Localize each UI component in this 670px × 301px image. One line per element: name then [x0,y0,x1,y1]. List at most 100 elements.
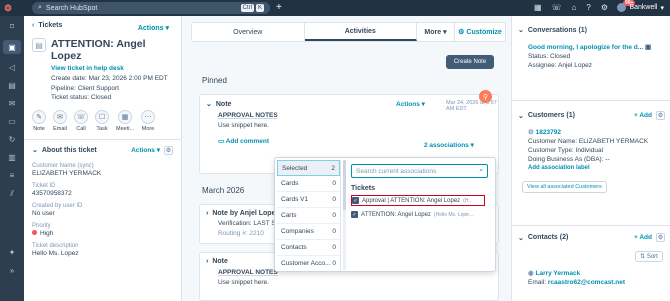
view-in-help-desk-link[interactable]: View ticket in help desk [51,65,173,72]
customers-header[interactable]: ⌄ Customers (1) + Add ⚙ [512,111,670,120]
contact-link[interactable]: ◉ Larry Yermack [528,269,663,278]
pin-icon[interactable]: ⚲ [479,90,492,103]
chevron-down-icon[interactable]: ⌄ [206,100,212,108]
note-title: Note by Anjel Lopez [212,210,279,217]
more-label: More [141,125,155,132]
reports-icon[interactable]: ▥ [8,153,16,162]
crm-icon[interactable]: ▣ [3,40,21,54]
association-ticket-approval[interactable]: ✓ Approval | ATTENTION: Angel Lopez (H..… [351,195,485,206]
commerce-icon[interactable]: ▭ [8,117,16,126]
field-created-by[interactable]: Created by user ID No user [32,203,173,217]
settings-icon[interactable]: ⚙ [601,3,608,12]
global-search[interactable]: ⌕ Search HubSpot Ctrl K [32,2,270,14]
field-priority[interactable]: Priority High [32,223,173,237]
top-utility-icons: ▦ ☏ ⌂ ? ⚙ ♪99+ [534,0,636,12]
note-body-text[interactable]: Use snippet here. [218,279,498,286]
chevron-right-icon[interactable]: › [206,210,208,217]
association-search-input[interactable]: Search current associations ⌕ [351,164,488,178]
ticket-subtext: (Hello Ms. Lope... [433,211,474,218]
create-note-button[interactable]: Create Note [446,55,494,69]
automation-icon[interactable]: ↻ [9,135,16,144]
email-action[interactable]: ✉ Email [53,109,67,132]
add-association-label-link[interactable]: Add association label [528,164,663,173]
library-icon[interactable]: ⫽ [10,189,14,199]
left-nav-rail: ⌑ ▣ ◁ ▤ ✉ ▭ ↻ ▥ ≡ ⫽ ✦ » [0,16,24,301]
checkbox-checked-icon[interactable]: ✓ [352,197,359,204]
expand-icon[interactable]: » [10,266,14,275]
database-icon[interactable]: ≡ [10,171,15,180]
tab-customize[interactable]: ⚙ Customize [455,23,505,41]
note-body-text[interactable]: Use snippet here. [218,122,498,129]
ticket-meta: Create date: Mar 23, 2026 2:00 PM EDT Pi… [51,74,173,103]
task-action[interactable]: ☐ Task [95,109,109,132]
field-ticket-id[interactable]: Ticket ID 43570958372 [32,183,173,197]
marketplace-icon[interactable]: ⌂ [572,3,577,12]
inbox-icon[interactable]: ✉ [9,99,16,108]
field-customer-name[interactable]: Customer Name (sync) ELIZABETH YERMACK [32,163,173,177]
add-customer-button[interactable]: + Add [634,112,652,119]
category-count: 0 [332,196,336,203]
customize-label: Customize [466,28,502,36]
avatar [617,3,627,12]
document-icon[interactable]: ▤ [8,81,16,90]
gear-icon[interactable]: ⚙ [164,145,173,155]
bookmark-icon[interactable]: ⌑ [10,22,14,31]
hubspot-logo-icon[interactable]: ⚙ [0,0,16,16]
category-name: Cards V1 [281,196,309,203]
help-icon[interactable]: ? [586,3,590,12]
category-carts[interactable]: Carts 0 [277,208,340,224]
field-description[interactable]: Ticket description Hello Ms. Lopez [32,243,173,257]
contacts-header[interactable]: ⌄ Contacts (2) + Add ⚙ [512,233,670,242]
conversation-preview: Good morning, I apologize for the d... [528,44,644,51]
category-cards-v1[interactable]: Cards V1 0 [277,192,340,208]
sparkle-icon[interactable]: ✦ [9,248,16,257]
tab-more[interactable]: More ▾ [417,23,455,41]
conversations-header[interactable]: ⌄ Conversations (1) [512,26,670,35]
add-comment-label: Add comment [225,138,270,145]
category-customer-accounts[interactable]: Customer Acco... 0 [277,256,340,271]
gear-icon[interactable]: ⚙ [656,233,665,242]
association-ticket-attention[interactable]: ✓ ATTENTION: Angel Lopez (Hello Ms. Lope… [351,209,485,220]
about-actions-button[interactable]: Actions ▾ [131,146,160,154]
sort-label: Sort [646,253,658,260]
calendar-icon: ▦ [118,109,133,124]
phone-icon[interactable]: ☏ [552,3,562,12]
sort-button[interactable]: ⇅ Sort [635,251,663,262]
view-all-customers-button[interactable]: View all associated Customers [522,181,607,193]
contact-email[interactable]: rcaastro62@comcast.net [548,279,625,286]
grid-icon[interactable]: ▦ [534,3,542,12]
customer-link[interactable]: ⚙ 1823792 [528,128,663,137]
tab-more-label: More [424,28,442,36]
category-scrollbar[interactable] [343,160,346,270]
chevron-right-icon[interactable]: › [206,258,208,265]
meeting-action[interactable]: ▦ Meeti... [116,109,134,132]
comment-icon: ▭ [218,138,226,145]
category-selected[interactable]: Selected 2 [277,160,340,176]
add-contact-button[interactable]: + Add [634,234,652,241]
note-action[interactable]: ✎ Note [32,109,46,132]
megaphone-icon[interactable]: ◁ [9,63,15,72]
conversation-item: Good morning, I apologize for the d... ▣… [512,43,670,70]
ticket-status: Ticket status: Closed [51,94,112,101]
checkbox-checked-icon[interactable]: ✓ [351,211,358,218]
tab-activities[interactable]: Activities [304,23,417,41]
call-action[interactable]: ☏ Call [74,109,88,132]
priority-value: High [40,229,54,237]
category-companies[interactable]: Companies 0 [277,224,340,240]
category-cards[interactable]: Cards 0 [277,176,340,192]
conversation-link[interactable]: Good morning, I apologize for the d... ▣ [528,43,663,52]
breadcrumb-tickets[interactable]: Tickets [38,22,62,29]
associations-popover: Selected 2 Cards 0 Cards V1 0 Carts 0 Compan… [274,157,496,272]
note-body-heading[interactable]: APPROVAL NOTES [218,112,498,119]
note-actions-button[interactable]: Actions ▾ [396,100,425,108]
more-action[interactable]: ⋯ More [141,109,156,132]
associations-dropdown-toggle[interactable]: 2 associations ▾ [424,141,474,149]
about-section-header[interactable]: ⌄ About this ticket Actions ▾ ⚙ [32,145,173,155]
create-new-icon[interactable]: + [276,2,282,14]
tab-overview[interactable]: Overview [192,23,305,41]
category-contacts[interactable]: Contacts 0 [277,240,340,256]
account-menu[interactable]: Bankwell ▾ [617,3,664,12]
gear-icon[interactable]: ⚙ [656,111,665,120]
conversation-assignee: Assignee: Anjel Lopez [528,62,592,69]
record-actions-button[interactable]: Actions ▾ [138,24,169,32]
